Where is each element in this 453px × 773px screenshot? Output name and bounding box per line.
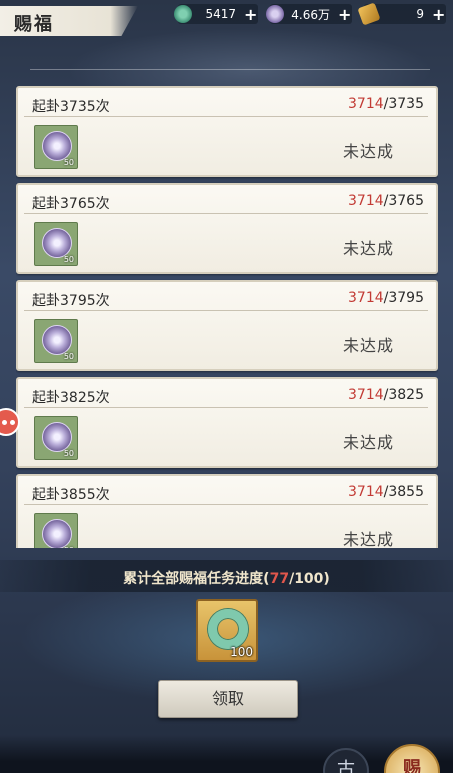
task-progress-current: 3714 xyxy=(348,387,384,403)
reward-quantity: 50 xyxy=(63,449,74,458)
task-status: 未达成 xyxy=(342,336,394,355)
coin-icon xyxy=(42,325,72,355)
reward-item[interactable]: 50 xyxy=(34,319,78,363)
task-progress-target: 3765 xyxy=(388,193,424,209)
coin-icon xyxy=(266,5,284,23)
claim-button[interactable]: 领取 xyxy=(158,680,298,718)
task-status: 未达成 xyxy=(342,239,394,258)
reward-quantity: 50 xyxy=(63,352,74,361)
cumulative-target: 100 xyxy=(294,571,324,587)
jade-icon xyxy=(174,5,192,23)
ticket-icon xyxy=(357,2,381,26)
cumulative-reward-quantity: 100 xyxy=(230,645,253,659)
task-divider xyxy=(24,213,428,214)
task-list[interactable]: 起卦3735次 3714/3735 50 未达成 起卦3765次 3714/37… xyxy=(16,86,438,548)
task-progress-target: 3825 xyxy=(388,387,424,403)
resource-coin-value: 4.66万 xyxy=(291,7,330,22)
task-progress: 3714/3735 xyxy=(348,96,424,112)
task-status: 未达成 xyxy=(342,433,394,452)
task-divider xyxy=(24,504,428,505)
task-card: 起卦3735次 3714/3735 50 未达成 xyxy=(16,86,438,177)
task-progress-current: 3714 xyxy=(348,484,384,500)
header-divider xyxy=(30,69,430,70)
task-progress: 3714/3795 xyxy=(348,290,424,306)
task-card: 起卦3765次 3714/3765 50 未达成 xyxy=(16,183,438,274)
reward-item[interactable]: 50 xyxy=(34,222,78,266)
cumulative-current: 77 xyxy=(269,571,290,587)
cumulative-label-prefix: 累计全部赐福任务进度( xyxy=(123,571,270,587)
task-progress-target: 3855 xyxy=(388,484,424,500)
task-progress-target: 3795 xyxy=(388,290,424,306)
task-status: 未达成 xyxy=(342,142,394,161)
task-title: 起卦3825次 xyxy=(32,390,110,406)
task-progress-current: 3714 xyxy=(348,193,384,209)
jade-ring-icon xyxy=(208,609,248,649)
coin-icon xyxy=(42,422,72,452)
cumulative-reward-item[interactable]: 100 xyxy=(196,599,258,662)
reward-quantity: 50 xyxy=(63,255,74,264)
reward-item[interactable]: 50 xyxy=(34,416,78,460)
add-ticket-button[interactable]: + xyxy=(432,5,446,24)
resource-coin: 4.66万 + xyxy=(266,4,352,24)
page-title: 赐福 xyxy=(14,14,54,35)
task-divider xyxy=(24,407,428,408)
add-coin-button[interactable]: + xyxy=(338,5,352,24)
cumulative-label-suffix: ) xyxy=(323,571,330,587)
task-progress-current: 3714 xyxy=(348,290,384,306)
task-progress: 3714/3855 xyxy=(348,484,424,500)
resource-jade-value: 5417 xyxy=(205,7,236,21)
task-card: 起卦3795次 3714/3795 50 未达成 xyxy=(16,280,438,371)
coin-icon xyxy=(42,228,72,258)
task-status: 未达成 xyxy=(342,530,394,548)
task-card: 起卦3825次 3714/3825 50 未达成 xyxy=(16,377,438,468)
reward-quantity: 50 xyxy=(64,546,74,548)
task-progress: 3714/3825 xyxy=(348,387,424,403)
reward-item[interactable]: 50 xyxy=(34,513,78,548)
top-bar: 赐福 5417 + 4.66万 + 9 + xyxy=(0,0,453,36)
resource-ticket: 9 + xyxy=(357,2,446,26)
add-jade-button[interactable]: + xyxy=(244,5,258,24)
task-title: 起卦3735次 xyxy=(32,99,110,115)
task-title: 起卦3795次 xyxy=(32,293,110,309)
task-title: 起卦3765次 xyxy=(32,196,110,212)
reward-quantity: 50 xyxy=(63,158,74,167)
resource-jade: 5417 + xyxy=(174,4,258,24)
reward-item[interactable]: 50 xyxy=(34,125,78,169)
task-progress-target: 3735 xyxy=(388,96,424,112)
resource-ticket-value: 9 xyxy=(416,7,424,21)
coin-icon xyxy=(42,131,72,161)
task-progress-current: 3714 xyxy=(348,96,384,112)
task-title: 起卦3855次 xyxy=(32,487,110,503)
task-card: 起卦3855次 3714/3855 50 未达成 xyxy=(16,474,438,548)
task-progress: 3714/3765 xyxy=(348,193,424,209)
coin-icon xyxy=(42,519,72,548)
task-divider xyxy=(24,116,428,117)
cumulative-progress: 累计全部赐福任务进度(77/100) xyxy=(0,568,453,588)
task-divider xyxy=(24,310,428,311)
